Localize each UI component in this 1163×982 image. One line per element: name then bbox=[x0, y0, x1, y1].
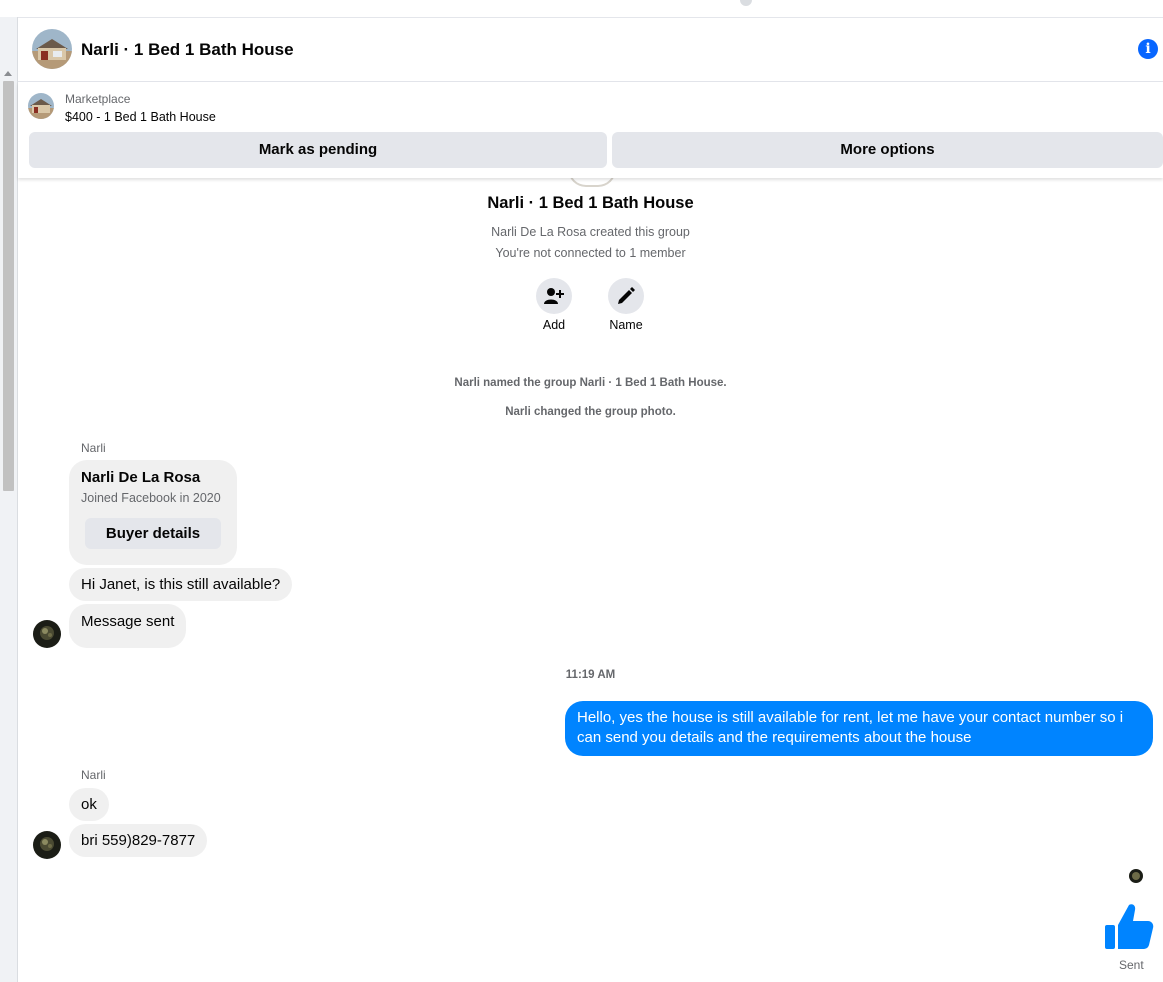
system-message-photo: Narli changed the group photo. bbox=[505, 406, 676, 418]
buyer-joined: Joined Facebook in 2020 bbox=[81, 491, 221, 505]
scroll-up-arrow-icon[interactable] bbox=[4, 71, 12, 76]
marketplace-label: Marketplace bbox=[65, 92, 131, 106]
listing-price-title[interactable]: $400 - 1 Bed 1 Bath House bbox=[65, 110, 216, 124]
add-label: Add bbox=[542, 318, 566, 332]
conversation-title: Narli · 1 Bed 1 Bath House bbox=[81, 40, 294, 59]
connection-status-text: You're not connected to 1 member bbox=[495, 246, 686, 260]
info-icon[interactable]: i bbox=[1138, 39, 1158, 59]
listing-thumbnail[interactable] bbox=[28, 93, 54, 119]
sender-avatar[interactable] bbox=[33, 620, 61, 648]
group-name-heading: Narli · 1 Bed 1 Bath House bbox=[487, 194, 694, 212]
top-bar bbox=[0, 0, 1163, 18]
incoming-message[interactable]: bri 559)829-7877 bbox=[69, 824, 208, 857]
incoming-message[interactable]: Hi Janet, is this still available? bbox=[69, 568, 293, 601]
top-indicator bbox=[740, 0, 752, 6]
sender-name: Narli bbox=[81, 441, 106, 455]
outgoing-message[interactable]: Hello, yes the house is still available … bbox=[565, 701, 1153, 756]
buyer-card: Narli De La Rosa Joined Facebook in 2020… bbox=[69, 460, 237, 565]
buyer-name: Narli De La Rosa bbox=[81, 469, 201, 486]
sender-name: Narli bbox=[81, 768, 106, 782]
system-message-named: Narli named the group Narli · 1 Bed 1 Ba… bbox=[454, 377, 727, 389]
group-created-text: Narli De La Rosa created this group bbox=[491, 225, 690, 239]
scroll-thumb[interactable] bbox=[3, 81, 14, 491]
add-person-icon[interactable] bbox=[536, 278, 572, 314]
mark-as-pending-button[interactable]: Mark as pending bbox=[29, 132, 607, 168]
pencil-icon[interactable] bbox=[608, 278, 644, 314]
more-options-button[interactable]: More options bbox=[612, 132, 1163, 168]
scrollbar[interactable] bbox=[0, 17, 18, 982]
name-label: Name bbox=[609, 318, 643, 332]
conversation-header: Narli · 1 Bed 1 Bath House i bbox=[18, 18, 1163, 82]
seen-avatar bbox=[1129, 869, 1143, 883]
message-thread: Narli · 1 Bed 1 Bath House Narli De La R… bbox=[18, 169, 1163, 982]
incoming-message[interactable]: Message sent bbox=[69, 604, 187, 648]
message-timestamp: 11:19 AM bbox=[565, 669, 616, 681]
group-avatar[interactable] bbox=[32, 29, 72, 69]
thumbs-up-icon[interactable] bbox=[1103, 901, 1155, 953]
name-group-action[interactable]: Name bbox=[596, 278, 656, 332]
add-member-action[interactable]: Add bbox=[524, 278, 584, 332]
buyer-details-button[interactable]: Buyer details bbox=[85, 518, 221, 549]
sender-avatar[interactable] bbox=[33, 831, 61, 859]
incoming-message[interactable]: ok bbox=[69, 788, 109, 821]
marketplace-panel: Marketplace $400 - 1 Bed 1 Bath House Ma… bbox=[18, 82, 1163, 178]
sent-status: Sent bbox=[1119, 958, 1144, 972]
